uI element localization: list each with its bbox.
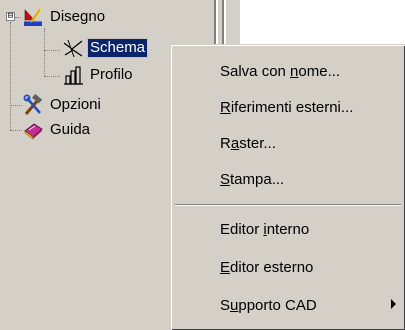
tree-node-label: Schema [86, 38, 149, 58]
menu-separator [175, 204, 401, 206]
tree-connector [10, 22, 11, 130]
menu-item-label: Editor esterno [220, 258, 314, 276]
tree-node-label: Opzioni [50, 96, 101, 113]
menu-item-raster[interactable]: Raster... [174, 125, 402, 161]
menu-item-salva-con-nome[interactable]: Salva con nome... [174, 53, 402, 89]
schema-lines-icon [62, 37, 84, 59]
tree-node-schema[interactable]: Schema [62, 36, 149, 60]
tree-connector [10, 105, 22, 106]
collapse-toggle[interactable]: ⊟ [6, 12, 15, 21]
tree-node-label: Disegno [50, 8, 106, 25]
tree-connector [15, 17, 21, 18]
tree-node-disegno[interactable]: Disegno [22, 5, 107, 29]
drafting-tools-icon [22, 6, 44, 28]
tree-connector [10, 130, 22, 131]
tree-connector [44, 28, 45, 76]
help-book-icon [22, 119, 44, 141]
menu-item-label: Raster... [220, 134, 276, 152]
menu-item-label: Salva con nome... [220, 62, 341, 80]
menu-item-riferimenti-esterni[interactable]: Riferimenti esterni... [174, 89, 402, 125]
menu-item-editor-interno[interactable]: Editor interno [174, 211, 402, 247]
submenu-arrow-icon [391, 299, 396, 309]
menu-item-label: Riferimenti esterni... [220, 98, 354, 116]
menu-item-label: Editor interno [220, 220, 310, 238]
menu-item-editor-esterno[interactable]: Editor esterno [174, 249, 402, 285]
tree-connector [44, 50, 60, 51]
content-pane [240, 0, 405, 46]
context-menu: Salva con nome... Riferimenti esterni...… [170, 44, 405, 330]
profile-bars-icon [62, 64, 84, 86]
tree-node-label: Profilo [90, 66, 133, 83]
app-window: ⊟ Disegno Schema Profilo Opzioni Guida S… [0, 0, 405, 330]
menu-item-stampa[interactable]: Stampa... [174, 161, 402, 197]
menu-item-supporto-cad[interactable]: Supporto CAD [174, 287, 402, 323]
tree-node-label: Guida [50, 121, 91, 138]
hammer-wrench-icon [22, 93, 44, 116]
pane-splitter[interactable] [208, 0, 240, 46]
tree-node-profilo[interactable]: Profilo [62, 63, 135, 87]
tree-node-guida[interactable]: Guida [22, 118, 92, 142]
menu-item-label: Stampa... [220, 170, 285, 188]
tree-connector [44, 76, 60, 77]
tree-node-opzioni[interactable]: Opzioni [22, 93, 103, 117]
menu-item-label: Supporto CAD [220, 296, 317, 314]
